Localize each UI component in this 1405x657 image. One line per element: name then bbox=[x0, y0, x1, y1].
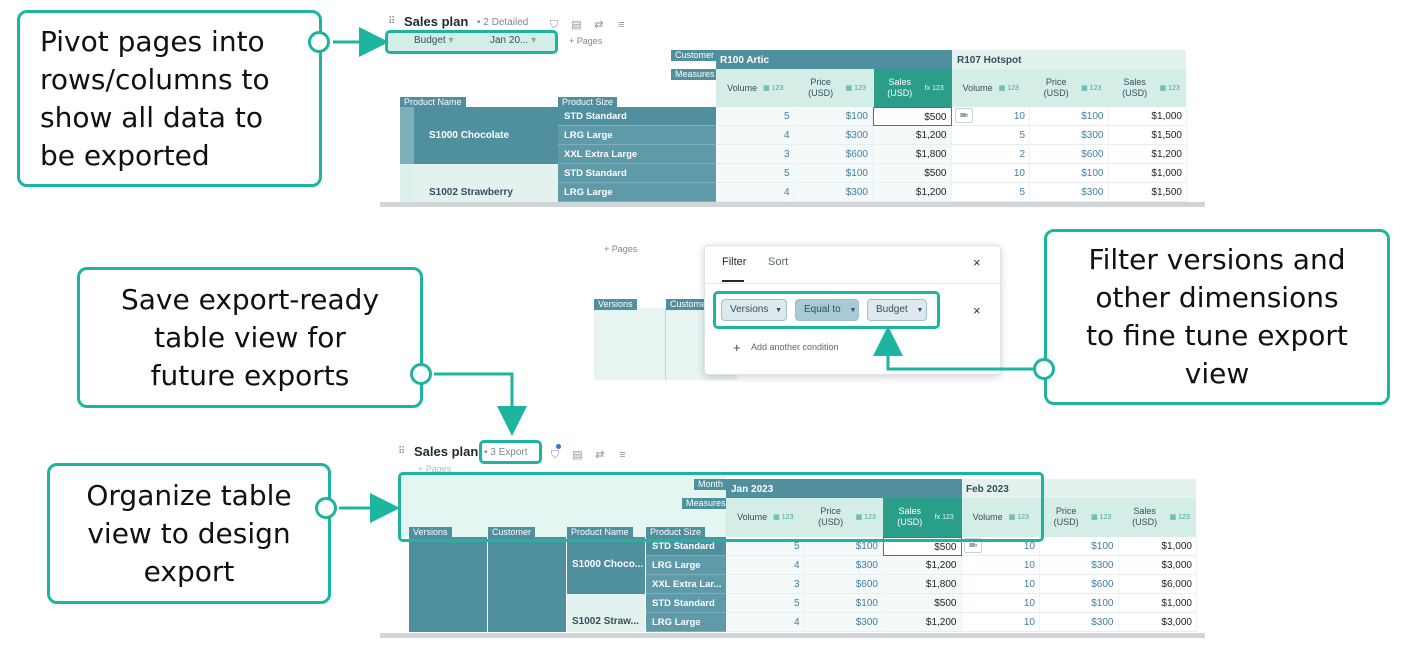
highlight-filter-condition bbox=[713, 291, 940, 329]
callout-connector bbox=[308, 31, 330, 53]
arrow-save bbox=[434, 372, 527, 436]
highlight-pages bbox=[385, 30, 558, 54]
callout-line: Filter versions and bbox=[1088, 243, 1346, 276]
highlight-view bbox=[479, 440, 542, 464]
callout-connector bbox=[315, 497, 337, 519]
callout-connector bbox=[410, 363, 432, 385]
callout-line: table view for bbox=[154, 320, 346, 354]
callout-line: be exported bbox=[40, 138, 210, 172]
callout-filter: Filter versions and other dimensions to fi… bbox=[1044, 229, 1390, 405]
callout-organize: Organize table view to design export bbox=[47, 463, 331, 604]
callout-line: to fine tune export bbox=[1086, 319, 1348, 352]
callout-line: future exports bbox=[150, 358, 350, 392]
callout-line: Pivot pages into bbox=[40, 24, 265, 58]
callout-pivot: Pivot pages into rows/columns to show all … bbox=[17, 10, 322, 187]
callout-line: other dimensions bbox=[1095, 281, 1339, 314]
callout-line: export bbox=[143, 554, 235, 588]
callout-line: Organize table bbox=[86, 478, 292, 512]
callout-line: view to design bbox=[87, 516, 291, 550]
highlight-header bbox=[398, 472, 1044, 542]
arrow-filter bbox=[873, 326, 1033, 371]
callout-line: rows/columns to bbox=[40, 62, 270, 96]
callout-line: show all data to bbox=[40, 100, 263, 134]
callout-line: view bbox=[1184, 357, 1250, 390]
callout-connector bbox=[1033, 358, 1055, 380]
callout-save: Save export-ready table view for future ex… bbox=[77, 267, 423, 408]
callout-line: Save export-ready bbox=[120, 282, 380, 316]
